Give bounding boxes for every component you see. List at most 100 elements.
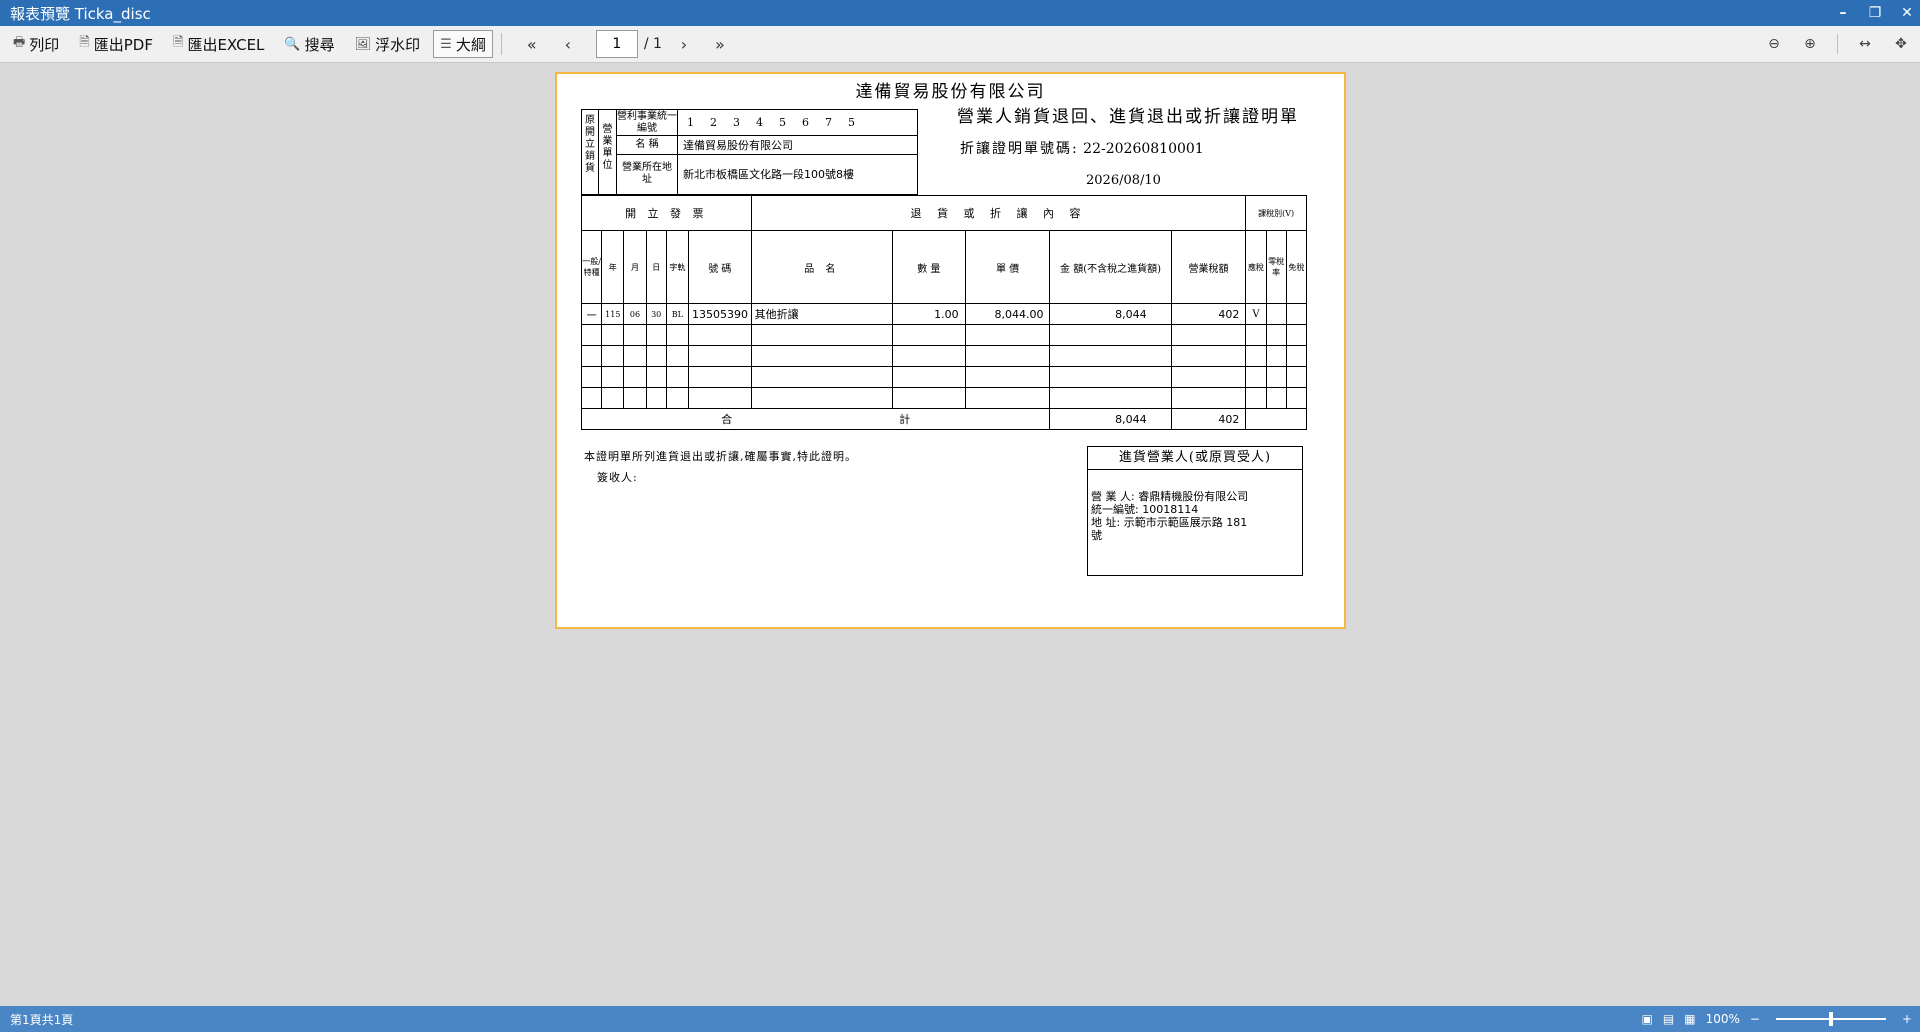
total-label-1: 合 bbox=[721, 413, 733, 426]
empty-row bbox=[580, 345, 1308, 367]
total-tax-type bbox=[1245, 408, 1307, 430]
title-bar: 報表預覽 Ticka_disc – ❐ ✕ bbox=[0, 0, 1920, 26]
seller-addr-label: 營業所在地 址 bbox=[617, 154, 678, 194]
certification-note: 本證明單所列進貨退出或折讓,確屬事實,特此證明。 bbox=[584, 450, 857, 463]
empty-row bbox=[580, 366, 1308, 388]
document-title: 營業人銷貨退回、進貨退出或折讓證明單 bbox=[957, 107, 1299, 127]
fit-page-icon[interactable]: ✥ bbox=[1892, 36, 1910, 52]
table-row: 一 115 06 30 BL 13505390 其他折讓 1.00 8,044.… bbox=[580, 303, 1308, 325]
seller-info-box: 原開立銷貨 營業單位 營利事業統一編號 1 2 3 4 5 6 7 5 名 稱 … bbox=[581, 109, 918, 195]
total-row: 合 計 8,044 402 bbox=[580, 408, 1307, 430]
total-amount: 8,044 bbox=[1049, 408, 1172, 430]
zoom-in-icon[interactable]: ⊕ bbox=[1801, 36, 1819, 52]
seller-address: 新北市板橋區文化路一段100號8樓 bbox=[683, 168, 854, 181]
total-label-2: 計 bbox=[899, 413, 911, 426]
content-header: 退 貨 或 折 讓 內 容 bbox=[750, 195, 1247, 231]
first-page-button[interactable]: « bbox=[518, 35, 546, 54]
restore-button[interactable]: ❐ bbox=[1868, 5, 1882, 21]
cell-amount: 8,044 bbox=[1049, 303, 1172, 325]
cell-day: 30 bbox=[645, 303, 667, 325]
discount-table: 開 立 發 票 退 貨 或 折 讓 內 容 課稅別(V) 一般/特種 年 月 日… bbox=[580, 195, 1308, 430]
cell-year: 115 bbox=[601, 303, 625, 325]
signer-label: 簽收人: bbox=[597, 471, 638, 484]
single-page-view-icon[interactable]: ▣ bbox=[1642, 1012, 1653, 1026]
toolbar-divider bbox=[500, 33, 502, 55]
outline-label: 大綱 bbox=[455, 35, 486, 54]
col-qty: 數 量 bbox=[891, 230, 966, 304]
col-taxable: 應稅 bbox=[1245, 230, 1267, 304]
export-excel-button[interactable]: 🗎 匯出EXCEL bbox=[166, 30, 271, 58]
last-page-button[interactable]: » bbox=[706, 35, 734, 54]
seller-unit-label: 營業單位 bbox=[599, 110, 617, 194]
page-info: 第1頁共1頁 bbox=[10, 1012, 74, 1027]
toolbar-divider bbox=[1837, 34, 1838, 54]
page-total: / 1 bbox=[643, 36, 662, 52]
cell-taxable: V bbox=[1245, 303, 1267, 325]
cell-qty: 1.00 bbox=[891, 303, 966, 325]
watermark-button[interactable]: 🖼 浮水印 bbox=[348, 30, 428, 58]
export-pdf-button[interactable]: 🗎 匯出PDF bbox=[72, 30, 160, 58]
outline-button[interactable]: ☰ 大綱 bbox=[433, 30, 493, 58]
zoom-minus-button[interactable]: − bbox=[1750, 1012, 1760, 1026]
zoom-slider-thumb[interactable] bbox=[1828, 1012, 1833, 1026]
total-label: 合 計 bbox=[580, 408, 1051, 430]
fit-width-icon[interactable]: ↔ bbox=[1856, 36, 1874, 52]
buyer-name: 營 業 人: 睿鼎精機股份有限公司 bbox=[1091, 490, 1249, 503]
excel-file-icon: 🗎 bbox=[172, 35, 184, 50]
col-number: 號 碼 bbox=[687, 230, 752, 304]
window-title: 報表預覽 Ticka_disc bbox=[10, 4, 151, 23]
cell-price: 8,044.00 bbox=[964, 303, 1051, 325]
seller-tax-row: 營利事業統一編號 1 2 3 4 5 6 7 5 bbox=[617, 110, 917, 136]
tax-digit: 6 bbox=[802, 116, 809, 129]
zoom-plus-button[interactable]: + bbox=[1902, 1012, 1912, 1026]
zoom-level-label: 100% bbox=[1705, 1012, 1740, 1026]
seller-addr-row: 營業所在地 址 新北市板橋區文化路一段100號8樓 bbox=[617, 154, 917, 194]
export-pdf-label: 匯出PDF bbox=[93, 35, 153, 54]
toolbar: 🖶 列印 🗎 匯出PDF 🗎 匯出EXCEL 🔍 搜尋 🖼 浮水印 ☰ 大綱 «… bbox=[0, 26, 1920, 63]
minimize-button[interactable]: – bbox=[1836, 5, 1850, 21]
buyer-info-box: 進貨營業人(或原買受人) 營 業 人: 睿鼎精機股份有限公司 統一編號: 100… bbox=[1087, 446, 1303, 576]
seller-tax-label: 營利事業統一編號 bbox=[617, 110, 678, 135]
export-excel-label: 匯出EXCEL bbox=[187, 35, 265, 54]
list-icon: ☰ bbox=[440, 36, 452, 52]
tax-digit: 7 bbox=[825, 116, 832, 129]
col-zero: 零稅率 bbox=[1265, 230, 1287, 304]
total-tax: 402 bbox=[1170, 408, 1247, 430]
cell-exempt bbox=[1285, 303, 1308, 325]
col-exempt: 免稅 bbox=[1285, 230, 1308, 304]
seller-side-label: 原開立銷貨 bbox=[582, 110, 599, 194]
tax-digit: 2 bbox=[710, 116, 717, 129]
col-price: 單 價 bbox=[964, 230, 1051, 304]
seller-name-row: 名 稱 達備貿易股份有限公司 bbox=[617, 135, 917, 155]
cell-zero bbox=[1265, 303, 1287, 325]
tax-digit: 1 bbox=[687, 116, 694, 129]
col-day: 日 bbox=[645, 230, 667, 304]
watermark-label: 浮水印 bbox=[375, 35, 421, 54]
seller-tax-digits: 1 2 3 4 5 6 7 5 bbox=[687, 110, 855, 135]
discount-number-label: 折讓證明單號碼: bbox=[960, 141, 1079, 157]
col-year: 年 bbox=[601, 230, 625, 304]
close-button[interactable]: ✕ bbox=[1900, 5, 1914, 21]
search-label: 搜尋 bbox=[304, 35, 335, 54]
empty-row bbox=[580, 387, 1308, 409]
search-button[interactable]: 🔍 搜尋 bbox=[277, 30, 341, 58]
cell-month: 06 bbox=[623, 303, 647, 325]
cell-kind: 一 bbox=[580, 303, 603, 325]
print-button[interactable]: 🖶 列印 bbox=[6, 30, 66, 58]
next-page-button[interactable]: › bbox=[670, 35, 698, 54]
empty-row bbox=[580, 324, 1308, 346]
multi-page-view-icon[interactable]: ▦ bbox=[1684, 1012, 1695, 1026]
invoice-header: 開 立 發 票 bbox=[581, 195, 752, 231]
seller-name-label: 名 稱 bbox=[617, 135, 678, 154]
page-number-input[interactable] bbox=[595, 30, 638, 58]
two-page-view-icon[interactable]: ▤ bbox=[1663, 1012, 1674, 1026]
tax-digit: 4 bbox=[756, 116, 763, 129]
zoom-out-icon[interactable]: ⊖ bbox=[1765, 36, 1783, 52]
prev-page-button[interactable]: ‹ bbox=[554, 35, 582, 54]
zoom-slider[interactable] bbox=[1775, 1012, 1886, 1026]
col-month: 月 bbox=[623, 230, 647, 304]
col-amount: 金 額(不含稅之進貨額) bbox=[1049, 230, 1172, 304]
cell-item: 其他折讓 bbox=[750, 303, 893, 325]
discount-number: 折讓證明單號碼: 22-20260810001 bbox=[960, 138, 1204, 158]
image-icon: 🖼 bbox=[354, 36, 372, 52]
